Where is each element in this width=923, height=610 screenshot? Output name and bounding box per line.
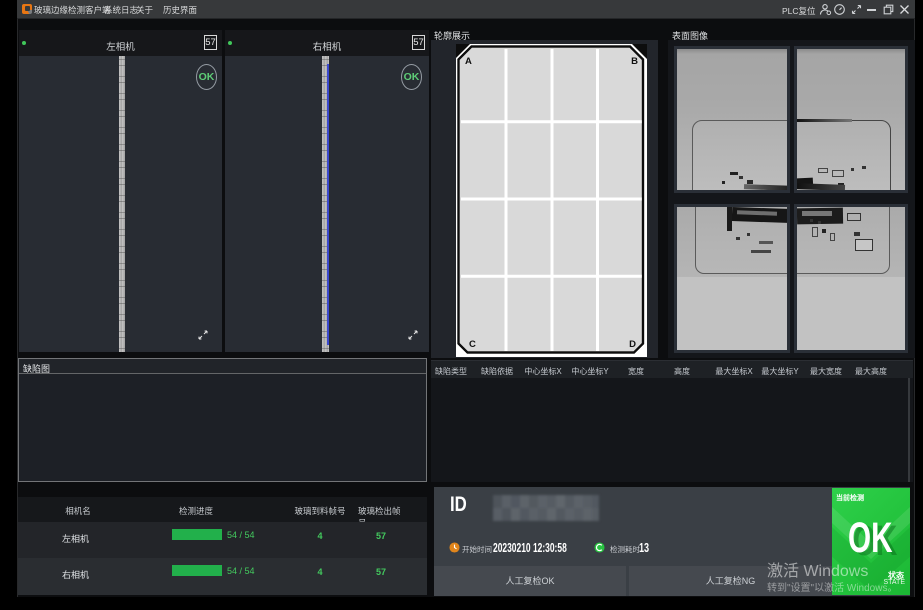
svg-text:B: B	[631, 56, 638, 67]
svg-text:D: D	[629, 339, 636, 350]
svg-text:C: C	[469, 339, 476, 350]
svg-text:A: A	[465, 56, 472, 67]
